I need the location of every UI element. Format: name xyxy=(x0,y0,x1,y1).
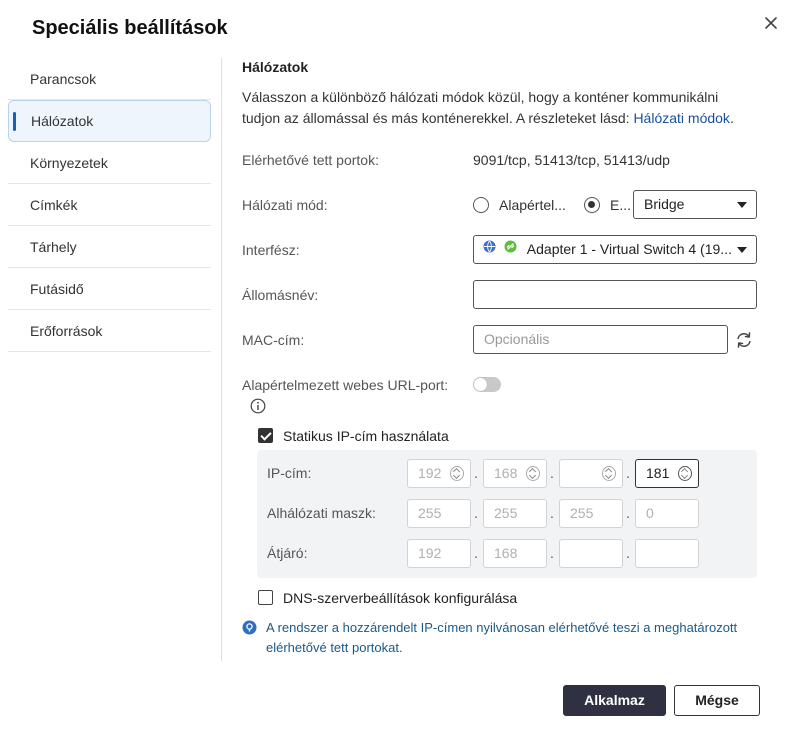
info-circle-icon[interactable] xyxy=(250,398,266,414)
ip-octet-4[interactable]: 181 xyxy=(635,459,699,488)
network-mode-default-label[interactable]: Alapértel... xyxy=(499,197,566,213)
interface-select-value: Adapter 1 - Virtual Switch 4 (19... xyxy=(526,241,732,257)
network-mode-other-radio[interactable] xyxy=(584,197,600,213)
sidebar-item-label: Parancsok xyxy=(30,71,97,87)
ip-octet-1[interactable]: 192 xyxy=(407,459,471,488)
subnet-octet-value: 255 xyxy=(418,505,442,521)
sidebar-item-cimkek[interactable]: Címkék xyxy=(8,184,211,226)
network-mode-label: Hálózati mód: xyxy=(242,197,328,213)
subnet-label: Alhálózati maszk: xyxy=(267,505,376,521)
chevron-down-icon xyxy=(737,202,747,208)
ip-dot: . xyxy=(626,465,630,481)
mac-input[interactable]: Opcionális xyxy=(473,325,728,354)
refresh-icon[interactable] xyxy=(734,330,754,350)
sidebar-item-label: Hálózatok xyxy=(31,113,94,129)
sidebar-item-label: Erőforrások xyxy=(30,323,103,339)
dns-checkbox[interactable] xyxy=(258,590,273,605)
network-mode-default-radio[interactable] xyxy=(473,197,489,213)
gateway-octet-3[interactable] xyxy=(559,539,623,568)
sidebar: Parancsok Hálózatok Környezetek Címkék T… xyxy=(8,58,211,352)
section-description: Válasszon a különböző hálózati módok köz… xyxy=(242,87,742,129)
default-web-port-label: Alapértelmezett webes URL-port: xyxy=(242,377,449,393)
mac-label: MAC-cím: xyxy=(242,332,305,348)
sidebar-divider xyxy=(221,58,222,661)
ip-label: IP-cím: xyxy=(267,465,312,481)
network-mode-other-label[interactable]: E... xyxy=(610,197,631,213)
close-icon[interactable] xyxy=(760,12,782,34)
ip-octet-value: 192 xyxy=(418,465,442,481)
sidebar-item-halozatok[interactable]: Hálózatok xyxy=(8,100,211,142)
subnet-octet-value: 0 xyxy=(646,505,654,521)
subnet-octet-value: 255 xyxy=(570,505,594,521)
gateway-dot: . xyxy=(550,545,554,561)
subnet-dot: . xyxy=(550,505,554,521)
network-mode-select-value: Bridge xyxy=(644,196,685,212)
sidebar-item-label: Környezetek xyxy=(30,155,108,171)
section-title: Hálózatok xyxy=(242,59,309,75)
description-end: . xyxy=(729,110,734,126)
gateway-dot: . xyxy=(626,545,630,561)
subnet-dot: . xyxy=(474,505,478,521)
interface-select[interactable]: Adapter 1 - Virtual Switch 4 (19... xyxy=(473,235,757,264)
cancel-button[interactable]: Mégse xyxy=(674,685,760,716)
static-ip-checkbox[interactable] xyxy=(258,428,273,443)
gateway-octet-2[interactable]: 168 xyxy=(483,539,547,568)
spinner-icon[interactable] xyxy=(450,466,464,481)
location-pin-icon xyxy=(242,620,257,635)
sidebar-item-label: Címkék xyxy=(30,197,78,213)
sidebar-item-parancsok[interactable]: Parancsok xyxy=(8,58,211,100)
gateway-octet-4[interactable] xyxy=(635,539,699,568)
ip-octet-2[interactable]: 168 xyxy=(483,459,547,488)
exposed-ports-label: Elérhetővé tett portok: xyxy=(242,152,379,168)
ip-octet-3[interactable] xyxy=(559,459,623,488)
sidebar-item-eroforrasok[interactable]: Erőforrások xyxy=(8,310,211,352)
default-web-port-toggle[interactable] xyxy=(473,377,501,392)
apply-button[interactable]: Alkalmaz xyxy=(563,685,666,716)
gateway-octet-1[interactable]: 192 xyxy=(407,539,471,568)
gateway-label: Átjáró: xyxy=(267,545,308,561)
gateway-dot: . xyxy=(474,545,478,561)
chevron-down-icon xyxy=(737,247,747,253)
network-modes-link[interactable]: Hálózati módok xyxy=(633,110,730,126)
subnet-octet-2[interactable]: 255 xyxy=(483,499,547,528)
ip-dot: . xyxy=(550,465,554,481)
subnet-octet-1[interactable]: 255 xyxy=(407,499,471,528)
globe-icon xyxy=(483,236,496,262)
ip-octet-value: 168 xyxy=(494,465,518,481)
spinner-icon[interactable] xyxy=(526,466,540,481)
ip-octet-value: 181 xyxy=(646,465,670,481)
network-mode-select[interactable]: Bridge xyxy=(633,190,757,219)
exposed-ports-value: 9091/tcp, 51413/tcp, 51413/udp xyxy=(473,152,670,168)
sidebar-item-label: Futásidő xyxy=(30,281,84,297)
dialog-title: Speciális beállítások xyxy=(32,17,228,39)
sidebar-item-label: Tárhely xyxy=(30,239,77,255)
hostname-label: Állomásnév: xyxy=(242,287,319,303)
subnet-dot: . xyxy=(626,505,630,521)
hostname-input[interactable] xyxy=(473,280,757,309)
ip-dot: . xyxy=(474,465,478,481)
interface-label: Interfész: xyxy=(242,242,300,258)
static-ip-label[interactable]: Statikus IP-cím használata xyxy=(283,428,449,444)
spinner-icon[interactable] xyxy=(678,466,692,481)
spinner-icon[interactable] xyxy=(602,466,616,481)
sidebar-item-tarhely[interactable]: Tárhely xyxy=(8,226,211,268)
gateway-octet-value: 192 xyxy=(418,545,442,561)
sidebar-item-kornyezetek[interactable]: Környezetek xyxy=(8,142,211,184)
subnet-octet-4[interactable]: 0 xyxy=(635,499,699,528)
gateway-octet-value: 168 xyxy=(494,545,518,561)
sidebar-item-futasido[interactable]: Futásidő xyxy=(8,268,211,310)
info-message: A rendszer a hozzárendelt IP-címen nyilv… xyxy=(266,620,738,655)
dns-label[interactable]: DNS-szerverbeállítások konfigurálása xyxy=(283,590,517,606)
subnet-octet-value: 255 xyxy=(494,505,518,521)
mac-placeholder: Opcionális xyxy=(484,331,550,347)
link-icon xyxy=(504,236,517,262)
subnet-octet-3[interactable]: 255 xyxy=(559,499,623,528)
